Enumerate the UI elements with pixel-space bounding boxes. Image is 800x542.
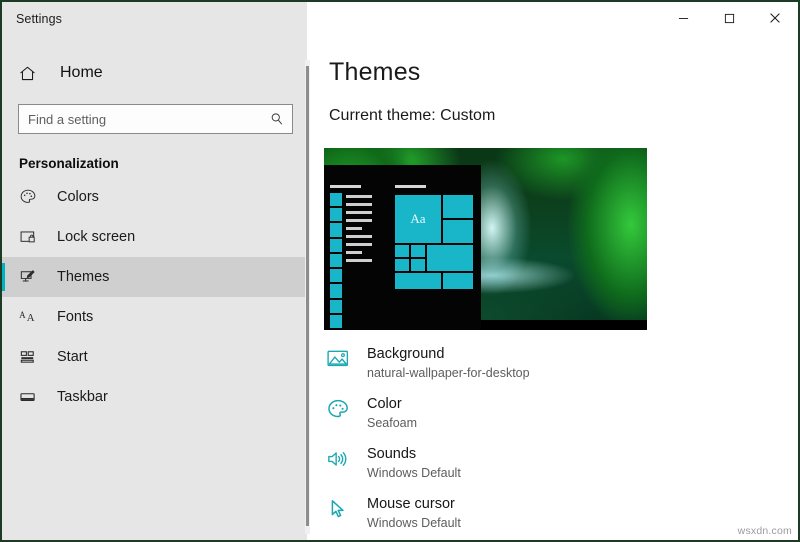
sidebar-item-start[interactable]: Start (2, 337, 307, 377)
sidebar-item-label: Taskbar (57, 389, 108, 405)
close-button[interactable] (752, 2, 798, 34)
start-menu-tiles: Aa (395, 195, 473, 328)
home-icon (18, 64, 48, 83)
theme-preview[interactable]: Aa (324, 148, 647, 330)
setting-text: Sounds Windows Default (367, 442, 461, 481)
sidebar-item-label: Start (57, 349, 88, 365)
home-label: Home (60, 64, 103, 81)
setting-text: Mouse cursor Windows Default (367, 492, 461, 531)
sidebar: Settings Home Personalization (2, 2, 310, 540)
setting-name: Color (367, 396, 402, 412)
tile-bottom-2 (443, 273, 473, 289)
tile-right-2 (443, 220, 473, 243)
tile-right-1 (443, 195, 473, 218)
setting-row-color[interactable]: Color Seafoam (307, 392, 798, 442)
sidebar-item-colors[interactable]: Colors (2, 177, 307, 217)
watermark: wsxdn.com (737, 525, 792, 537)
main-content: Themes Current theme: Custom Aa Backgrou… (307, 2, 798, 540)
tile-bottom-1 (395, 273, 441, 289)
scrollbar-thumb[interactable] (306, 66, 309, 526)
setting-row-sounds[interactable]: Sounds Windows Default (307, 442, 798, 492)
theme-settings-list: Background natural-wallpaper-for-desktop… (307, 342, 798, 540)
window-title-bar: Settings (2, 2, 307, 36)
setting-name: Background (367, 346, 445, 362)
svg-text:A: A (19, 310, 26, 320)
tile-small-2 (411, 245, 425, 257)
speaker-icon (323, 442, 353, 469)
palette-icon (19, 188, 43, 206)
sidebar-item-lock-screen[interactable]: Lock screen (2, 217, 307, 257)
sidebar-item-label: Colors (57, 189, 99, 205)
search-icon[interactable] (270, 112, 284, 126)
tile-small-4 (411, 259, 425, 271)
sidebar-scrollbar[interactable] (305, 60, 310, 534)
cursor-icon (323, 492, 353, 519)
page-title: Themes (329, 58, 421, 86)
sidebar-item-taskbar[interactable]: Taskbar (2, 377, 307, 417)
start-menu-accent-strip (330, 193, 342, 328)
setting-value: Windows Default (367, 516, 461, 530)
picture-icon (323, 342, 353, 368)
setting-text: Color Seafoam (367, 392, 417, 431)
search-box[interactable] (18, 104, 293, 134)
sidebar-item-fonts[interactable]: A A Fonts (2, 297, 307, 337)
sidebar-item-home[interactable]: Home (2, 54, 307, 92)
fonts-icon: A A (19, 308, 43, 326)
svg-text:A: A (27, 312, 35, 324)
start-menu-app-list (346, 195, 372, 328)
start-menu-tiles-header (395, 185, 426, 188)
settings-window: Settings Home Personalization (2, 2, 798, 540)
sidebar-item-themes[interactable]: Themes (2, 257, 307, 297)
window-controls (307, 2, 798, 36)
minimize-button[interactable] (660, 2, 706, 34)
setting-name: Mouse cursor (367, 496, 455, 512)
taskbar-icon (19, 388, 43, 406)
sidebar-item-label: Lock screen (57, 229, 136, 245)
start-menu-header-bar (330, 185, 361, 188)
setting-row-mouse-cursor[interactable]: Mouse cursor Windows Default (307, 492, 798, 540)
tile-wide (427, 245, 473, 271)
themes-icon (19, 268, 43, 286)
sidebar-group-title: Personalization (19, 156, 119, 171)
maximize-button[interactable] (706, 2, 752, 34)
setting-name: Sounds (367, 446, 417, 462)
window-title: Settings (16, 12, 62, 26)
start-menu-preview: Aa (324, 165, 481, 330)
setting-value: Windows Default (367, 466, 461, 480)
lock-screen-icon (19, 228, 43, 246)
search-input[interactable] (19, 105, 292, 133)
start-icon (19, 348, 43, 366)
setting-value: Seafoam (367, 416, 418, 430)
tile-small-3 (395, 259, 409, 271)
sidebar-item-label: Themes (57, 269, 110, 285)
sidebar-item-label: Fonts (57, 309, 94, 325)
setting-text: Background natural-wallpaper-for-desktop (367, 342, 530, 381)
tile-small-1 (395, 245, 409, 257)
setting-row-background[interactable]: Background natural-wallpaper-for-desktop (307, 342, 798, 392)
setting-value: natural-wallpaper-for-desktop (367, 366, 530, 380)
palette-icon (323, 392, 353, 419)
tile-aa-label: Aa (410, 211, 426, 226)
current-theme-label: Current theme: Custom (329, 107, 496, 124)
